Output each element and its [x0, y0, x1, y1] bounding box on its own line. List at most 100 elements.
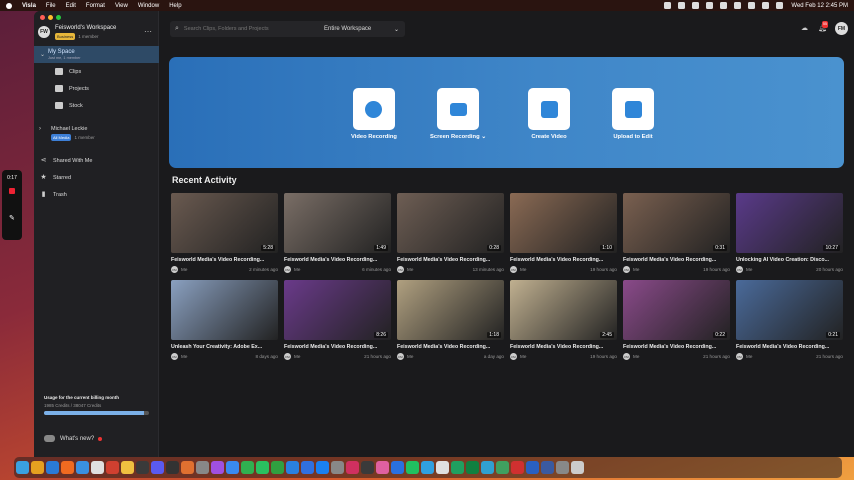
video-recording-action[interactable]: Video Recording	[351, 88, 397, 140]
tray-app-icon[interactable]	[678, 2, 686, 9]
video-card[interactable]: 1:10 Feisworld Media's Video Recording...…	[510, 193, 617, 273]
dock-app-icon[interactable]	[391, 461, 404, 474]
video-title[interactable]: Unleash Your Creativity: Adobe Ex...	[171, 344, 278, 350]
video-title[interactable]: Feisworld Media's Video Recording...	[510, 344, 617, 350]
dock-app-icon[interactable]	[226, 461, 239, 474]
video-card[interactable]: 0:21 Feisworld Media's Video Recording...…	[736, 280, 843, 360]
video-thumbnail[interactable]: 0:21	[736, 280, 843, 340]
dock-app-icon[interactable]	[361, 461, 374, 474]
sidebar-item-michael-leckie[interactable]: › Michael Leckie All Media 1 member	[39, 126, 95, 141]
video-title[interactable]: Feisworld Media's Video Recording...	[397, 344, 504, 350]
dock-app-icon[interactable]	[76, 461, 89, 474]
stop-record-icon[interactable]	[9, 188, 15, 194]
dock-app-icon[interactable]	[211, 461, 224, 474]
tray-app-icon[interactable]	[734, 2, 742, 9]
dock-app-icon[interactable]	[466, 461, 479, 474]
video-title[interactable]: Feisworld Media's Video Recording...	[623, 257, 730, 263]
dock-app-icon[interactable]	[196, 461, 209, 474]
cloud-upload-icon[interactable]: ☁	[801, 25, 810, 32]
dock-app-icon[interactable]	[181, 461, 194, 474]
sidebar-item-trash[interactable]: ▮ Trash	[40, 191, 67, 198]
video-thumbnail[interactable]: 10:27	[736, 193, 843, 253]
dock-app-icon[interactable]	[61, 461, 74, 474]
dock-app-icon[interactable]	[46, 461, 59, 474]
dock-app-icon[interactable]	[331, 461, 344, 474]
video-title[interactable]: Unlocking AI Video Creation: Disco...	[736, 257, 843, 263]
menu-window[interactable]: Window	[138, 3, 159, 9]
video-thumbnail[interactable]: 1:49	[284, 193, 391, 253]
apple-logo-icon[interactable]	[6, 2, 12, 9]
video-thumbnail[interactable]: 1:18	[397, 280, 504, 340]
dock-app-icon[interactable]	[166, 461, 179, 474]
chevron-down-icon[interactable]: ⌄	[40, 51, 48, 58]
dock-app-icon[interactable]	[496, 461, 509, 474]
video-thumbnail[interactable]: 0:31	[623, 193, 730, 253]
dock-app-icon[interactable]	[151, 461, 164, 474]
workspace-filter-select[interactable]: Entire Workspace ⌄	[318, 21, 405, 37]
tray-app-icon[interactable]	[664, 2, 672, 9]
dock-app-icon[interactable]	[91, 461, 104, 474]
video-title[interactable]: Feisworld Media's Video Recording...	[736, 344, 843, 350]
video-card[interactable]: Unleash Your Creativity: Adobe Ex... FM Me…	[171, 280, 278, 360]
menu-file[interactable]: File	[46, 3, 56, 9]
chevron-down-icon[interactable]: ⌄	[481, 134, 486, 140]
wifi-icon[interactable]	[748, 2, 756, 9]
create-video-action[interactable]: Create Video	[528, 88, 570, 140]
video-thumbnail[interactable]: 1:10	[510, 193, 617, 253]
video-thumbnail[interactable]: 8:26	[284, 280, 391, 340]
dock-app-icon[interactable]	[421, 461, 434, 474]
pen-icon[interactable]: ✎	[9, 215, 15, 222]
video-title[interactable]: Feisworld Media's Video Recording...	[284, 344, 391, 350]
close-window-icon[interactable]	[40, 15, 45, 20]
minimize-window-icon[interactable]	[48, 15, 53, 20]
video-card[interactable]: 0:28 Feisworld Media's Video Recording...…	[397, 193, 504, 273]
dock-app-icon[interactable]	[526, 461, 539, 474]
dock-app-icon[interactable]	[571, 461, 584, 474]
sidebar-item-clips[interactable]: Clips	[55, 68, 81, 75]
video-thumbnail[interactable]: 5:28	[171, 193, 278, 253]
create-video-tile[interactable]	[528, 88, 570, 130]
sidebar-item-projects[interactable]: Projects	[55, 85, 89, 92]
dock-app-icon[interactable]	[451, 461, 464, 474]
screen-recording-action[interactable]: Screen Recording ⌄	[430, 88, 486, 140]
video-thumbnail[interactable]: 0:22	[623, 280, 730, 340]
search-icon[interactable]	[762, 2, 770, 9]
dock-app-icon[interactable]	[271, 461, 284, 474]
dock-app-icon[interactable]	[301, 461, 314, 474]
user-avatar[interactable]: FM	[835, 22, 848, 35]
dock-app-icon[interactable]	[256, 461, 269, 474]
dock-app-icon[interactable]	[376, 461, 389, 474]
dock-app-icon[interactable]	[241, 461, 254, 474]
video-card[interactable]: 1:18 Feisworld Media's Video Recording...…	[397, 280, 504, 360]
video-card[interactable]: 0:22 Feisworld Media's Video Recording...…	[623, 280, 730, 360]
tray-app-icon[interactable]	[692, 2, 700, 9]
video-title[interactable]: Feisworld Media's Video Recording...	[510, 257, 617, 263]
dock-app-icon[interactable]	[556, 461, 569, 474]
dock-app-icon[interactable]	[541, 461, 554, 474]
video-card[interactable]: 8:26 Feisworld Media's Video Recording...…	[284, 280, 391, 360]
dock-app-icon[interactable]	[106, 461, 119, 474]
menu-help[interactable]: Help	[169, 3, 181, 9]
search-bar[interactable]: ⌕ Entire Workspace ⌄	[170, 21, 405, 37]
video-thumbnail[interactable]: 0:28	[397, 193, 504, 253]
sidebar-item-starred[interactable]: ★ Starred	[40, 174, 71, 181]
dock-app-icon[interactable]	[121, 461, 134, 474]
menu-format[interactable]: Format	[86, 3, 105, 9]
dock-app-icon[interactable]	[136, 461, 149, 474]
video-title[interactable]: Feisworld Media's Video Recording...	[171, 257, 278, 263]
chevron-right-icon[interactable]: ›	[39, 126, 47, 132]
video-thumbnail[interactable]	[171, 280, 278, 340]
menu-view[interactable]: View	[115, 3, 128, 9]
sidebar-item-shared[interactable]: ⋖ Shared With Me	[40, 157, 93, 164]
dock-app-icon[interactable]	[316, 461, 329, 474]
search-input[interactable]	[183, 26, 304, 32]
video-card[interactable]: 1:49 Feisworld Media's Video Recording...…	[284, 193, 391, 273]
screen-recording-tile[interactable]	[437, 88, 480, 130]
video-card[interactable]: 10:27 Unlocking AI Video Creation: Disco.…	[736, 193, 843, 273]
video-title[interactable]: Feisworld Media's Video Recording...	[284, 257, 391, 263]
workspace-switcher[interactable]: FW Feisworld's Workspace Business 1 memb…	[38, 21, 156, 43]
control-center-icon[interactable]	[776, 2, 784, 9]
zoom-window-icon[interactable]	[56, 15, 61, 20]
more-options-icon[interactable]: ⋯	[144, 27, 152, 36]
menu-edit[interactable]: Edit	[66, 3, 76, 9]
